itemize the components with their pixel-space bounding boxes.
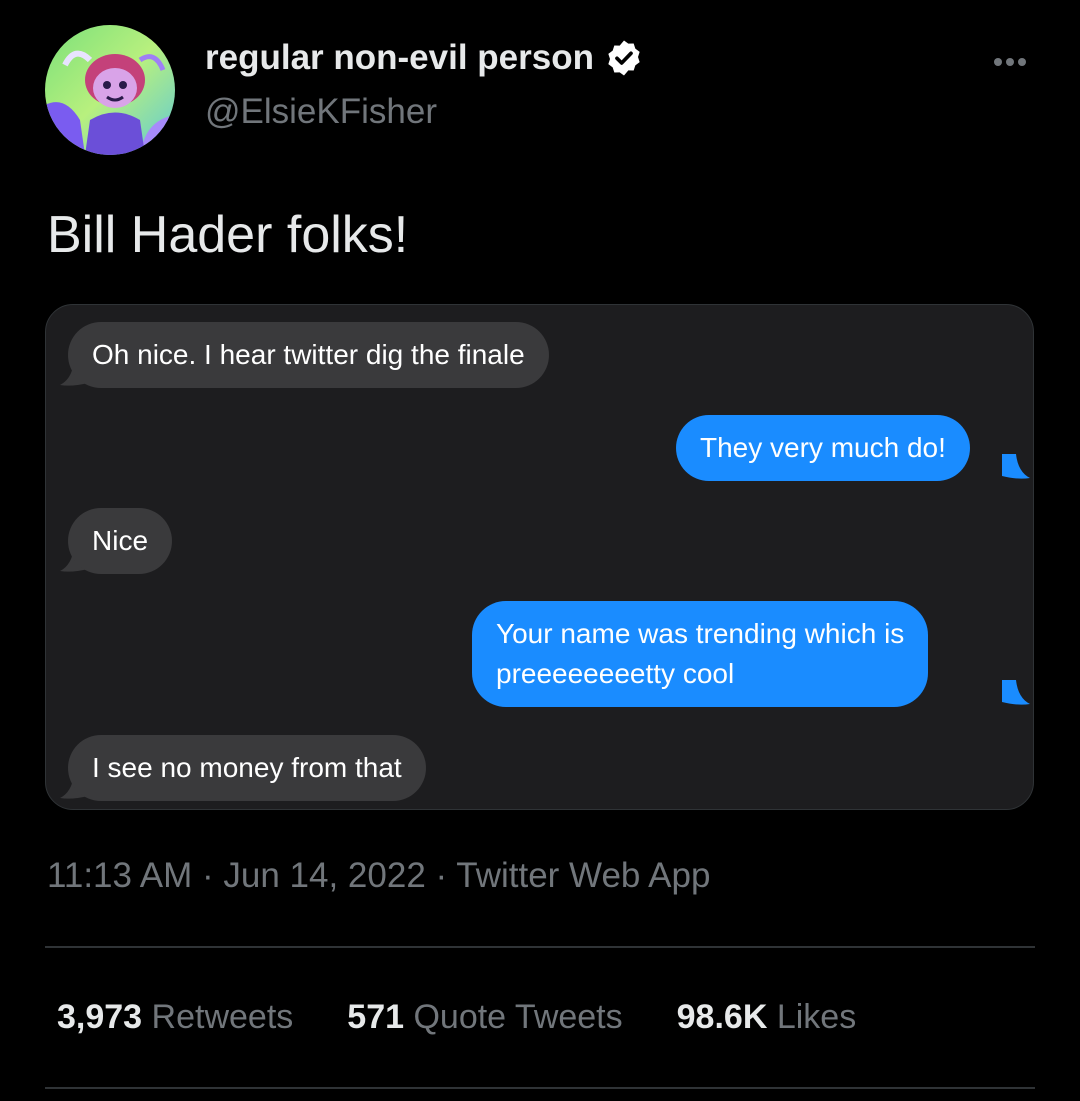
stat-label: Quote Tweets bbox=[413, 998, 623, 1036]
message-text-line: preeeeeeeetty cool bbox=[496, 658, 735, 689]
message-bubble-received: I see no money from that bbox=[68, 735, 426, 801]
tweet-media-image[interactable]: Oh nice. I hear twitter dig the finale T… bbox=[45, 304, 1034, 810]
tweet-text: Bill Hader folks! bbox=[47, 206, 409, 264]
avatar-image bbox=[45, 25, 175, 155]
message-bubble-sent: Your name was trending which is preeeeee… bbox=[472, 601, 929, 707]
likes-stat[interactable]: 98.6K Likes bbox=[677, 998, 857, 1037]
quote-tweets-stat[interactable]: 571 Quote Tweets bbox=[347, 998, 622, 1037]
message-text-line: Your name was trending which is bbox=[496, 618, 905, 649]
bubble-tail-icon bbox=[1002, 454, 1030, 479]
message-bubble-received: Nice bbox=[68, 508, 173, 574]
bubble-tail-icon bbox=[1002, 680, 1030, 705]
display-name-text: regular non-evil person bbox=[205, 38, 594, 77]
stat-count: 98.6K bbox=[676, 998, 768, 1036]
stat-label: Likes bbox=[776, 998, 857, 1036]
stat-count: 571 bbox=[347, 998, 405, 1036]
author-display-name[interactable]: regular non-evil person bbox=[205, 38, 644, 78]
message-text: They very much do! bbox=[700, 432, 946, 463]
verified-badge-icon bbox=[604, 38, 644, 78]
stat-count: 3,973 bbox=[57, 998, 143, 1036]
message-bubble-received: Oh nice. I hear twitter dig the finale bbox=[68, 322, 549, 388]
message-bubble-sent: They very much do! bbox=[676, 415, 970, 481]
more-options-icon[interactable] bbox=[990, 52, 1030, 72]
tweet-timestamp[interactable]: 11:13 AM · Jun 14, 2022 · Twitter Web Ap… bbox=[47, 856, 710, 896]
retweets-stat[interactable]: 3,973 Retweets bbox=[57, 998, 293, 1037]
divider bbox=[45, 946, 1035, 948]
tweet-stats: 3,973 Retweets 571 Quote Tweets 98.6K Li… bbox=[57, 998, 856, 1037]
message-text: Nice bbox=[92, 525, 149, 556]
message-text: Oh nice. I hear twitter dig the finale bbox=[92, 339, 525, 370]
divider bbox=[45, 1087, 1035, 1089]
avatar[interactable] bbox=[45, 25, 175, 155]
message-text: I see no money from that bbox=[92, 752, 402, 783]
stat-label: Retweets bbox=[151, 998, 294, 1036]
author-handle[interactable]: @ElsieKFisher bbox=[205, 92, 437, 132]
